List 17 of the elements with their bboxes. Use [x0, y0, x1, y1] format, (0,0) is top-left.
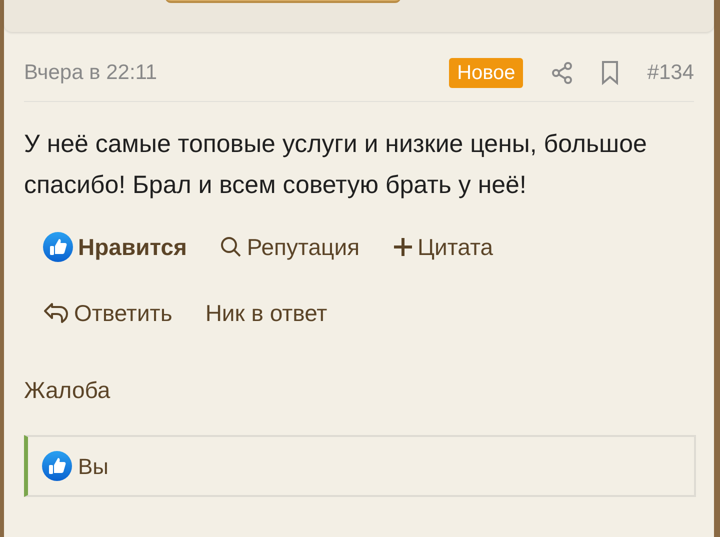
bookmark-icon[interactable]	[601, 60, 620, 85]
reply-icon	[43, 301, 69, 326]
reaction-user[interactable]: Вы	[78, 450, 108, 482]
like-button[interactable]: Нравится	[43, 230, 187, 264]
share-icon[interactable]	[551, 62, 574, 84]
report-link[interactable]: Жалоба	[24, 372, 110, 407]
thumbs-up-icon	[42, 451, 72, 481]
action-link[interactable]: Репутация	[220, 230, 360, 264]
new-badge: Новое	[449, 58, 524, 88]
thumbs-up-icon	[43, 232, 73, 262]
action-link[interactable]: Ответить	[43, 296, 172, 330]
plus-icon	[392, 236, 413, 257]
action-link[interactable]: Цитата	[392, 230, 494, 264]
action-link[interactable]: Ник в ответ	[205, 296, 328, 330]
post-text: У неё самые топовые услуги и низкие цены, большое спасибо! Брал и всем советую брать у неё!	[24, 128, 648, 200]
post-date: Вчера в 22:11	[24, 60, 158, 86]
search-icon	[220, 236, 242, 258]
